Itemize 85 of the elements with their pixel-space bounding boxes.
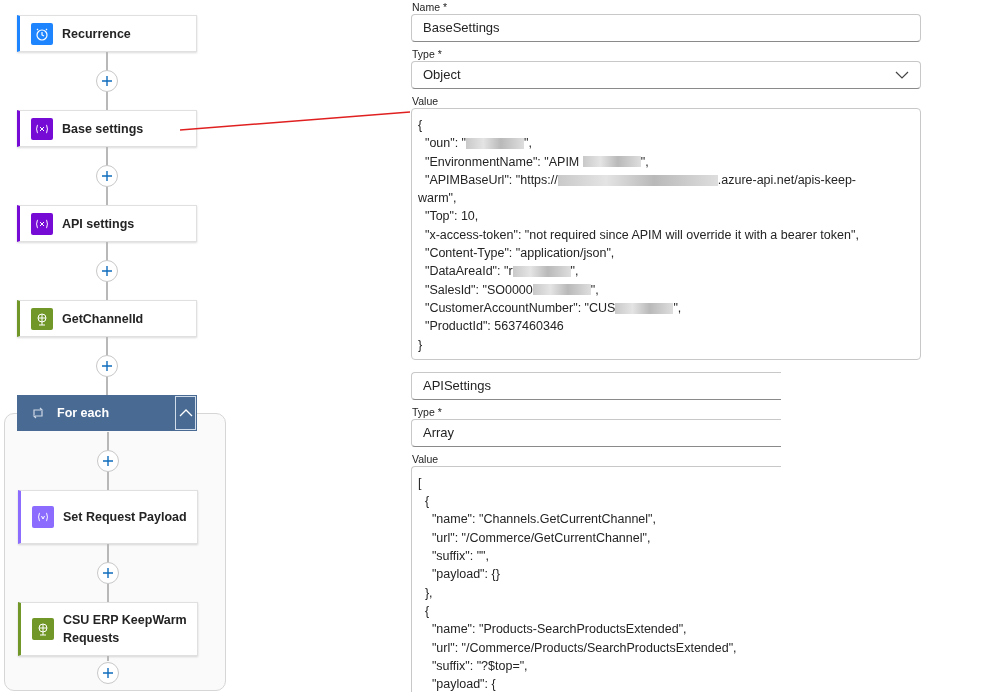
action-title: Set Request Payload [63,509,187,526]
loop-header[interactable]: For each [17,395,197,431]
add-step-button[interactable] [96,70,118,92]
action-title: Recurrence [62,25,131,43]
add-step-button[interactable] [96,355,118,377]
code-text: "oun": " [423,135,467,153]
type-dropdown[interactable]: Array [411,418,781,447]
code-text: ", [570,263,579,281]
action-title: API settings [62,215,135,233]
chevron-down-icon [895,71,909,79]
action-title: Base settings [62,120,144,138]
code-text: "suffix": "", [430,548,489,566]
field-label: Type * [412,404,443,419]
globe-icon [31,307,53,330]
code-text: ", [590,281,599,299]
code-text: ", [640,153,649,171]
action-card[interactable]: Set Request Payload [18,490,198,544]
value-editor[interactable] [411,465,781,692]
redacted-text [532,284,591,296]
action-card[interactable]: CSU ERP KeepWarm Requests [18,602,198,656]
type-dropdown[interactable]: Object [411,61,921,89]
field-label: Value [412,451,440,466]
variable-icon [31,117,53,140]
collapse-button[interactable] [175,396,196,430]
chevron-up-icon [178,409,193,417]
code-text: "payload": {} [430,566,500,584]
field-label: Name * [412,0,448,14]
code-text: { [423,493,430,511]
code-text: "url": "/Commerce/Products/SearchProductsExtended", [430,639,737,657]
action-card[interactable]: GetChannelId [17,300,197,337]
action-title: GetChannelId [62,310,144,328]
plus-icon [102,567,114,579]
code-text: }, [423,584,433,602]
code-text: "EnvironmentName": "APIM [423,153,581,171]
code-text: "ProductId": 5637460346 [423,318,564,336]
plus-icon [101,170,113,182]
plus-icon [102,667,114,679]
add-step-button[interactable] [97,562,119,584]
code-text: "payload": { [430,676,496,692]
code-text: { [418,117,423,134]
repeat-icon [31,407,45,419]
code-text: "APIMBaseUrl": "https:// [423,171,558,189]
code-text: ", [673,299,682,317]
plus-icon [102,455,114,467]
add-step-button[interactable] [96,165,118,187]
code-text: "name": "Products-SearchProductsExtended", [430,621,687,639]
code-text: "x-access-token": "not required since APIM will override it with a bearer token", [423,226,859,244]
code-text: warm", [418,190,457,208]
action-card[interactable]: API settings [17,205,197,242]
field-label: Value [412,94,440,108]
code-text: [ [418,474,422,492]
code-text: "url": "/Commerce/GetCurrentChannel", [430,529,651,547]
code-text: "DataAreaId": "r [423,263,513,281]
code-text: "suffix": "?$top=", [430,657,528,675]
variable-icon [31,212,53,235]
redacted-text [582,156,641,168]
code-text: ", [524,135,532,153]
code-text: "CustomerAccountNumber": "CUS [423,299,616,317]
add-step-button[interactable] [96,260,118,282]
code-text: "Top": 10, [423,208,479,226]
plus-icon [101,360,113,372]
value-editor[interactable] [411,108,921,360]
code-text: { [423,602,430,620]
variable-icon [32,506,54,528]
code-text: "SalesId": "SO0000 [423,281,533,299]
name-field[interactable]: BaseSettings [411,14,921,42]
globe-icon [32,618,54,640]
redacted-text [466,137,525,149]
action-card[interactable]: Base settings [17,110,197,147]
code-text: } [418,336,423,354]
redacted-text [615,302,674,314]
action-card[interactable]: Recurrence [17,15,197,52]
loop-title: For each [57,406,111,420]
alarm-clock-icon [31,22,53,45]
redacted-text [512,266,571,277]
code-text: "Content-Type": "application/json", [423,245,615,263]
add-step-button[interactable] [97,450,119,472]
add-step-button[interactable] [97,662,119,684]
plus-icon [101,265,113,277]
field-label: Type * [412,47,443,61]
action-title: CSU ERP KeepWarm Requests [63,612,188,647]
plus-icon [101,75,113,87]
name-field[interactable]: APISettings [411,371,781,400]
code-text: .azure-api.net/apis-keep- [717,171,857,189]
code-text: "name": "Channels.GetCurrentChannel", [430,511,656,529]
